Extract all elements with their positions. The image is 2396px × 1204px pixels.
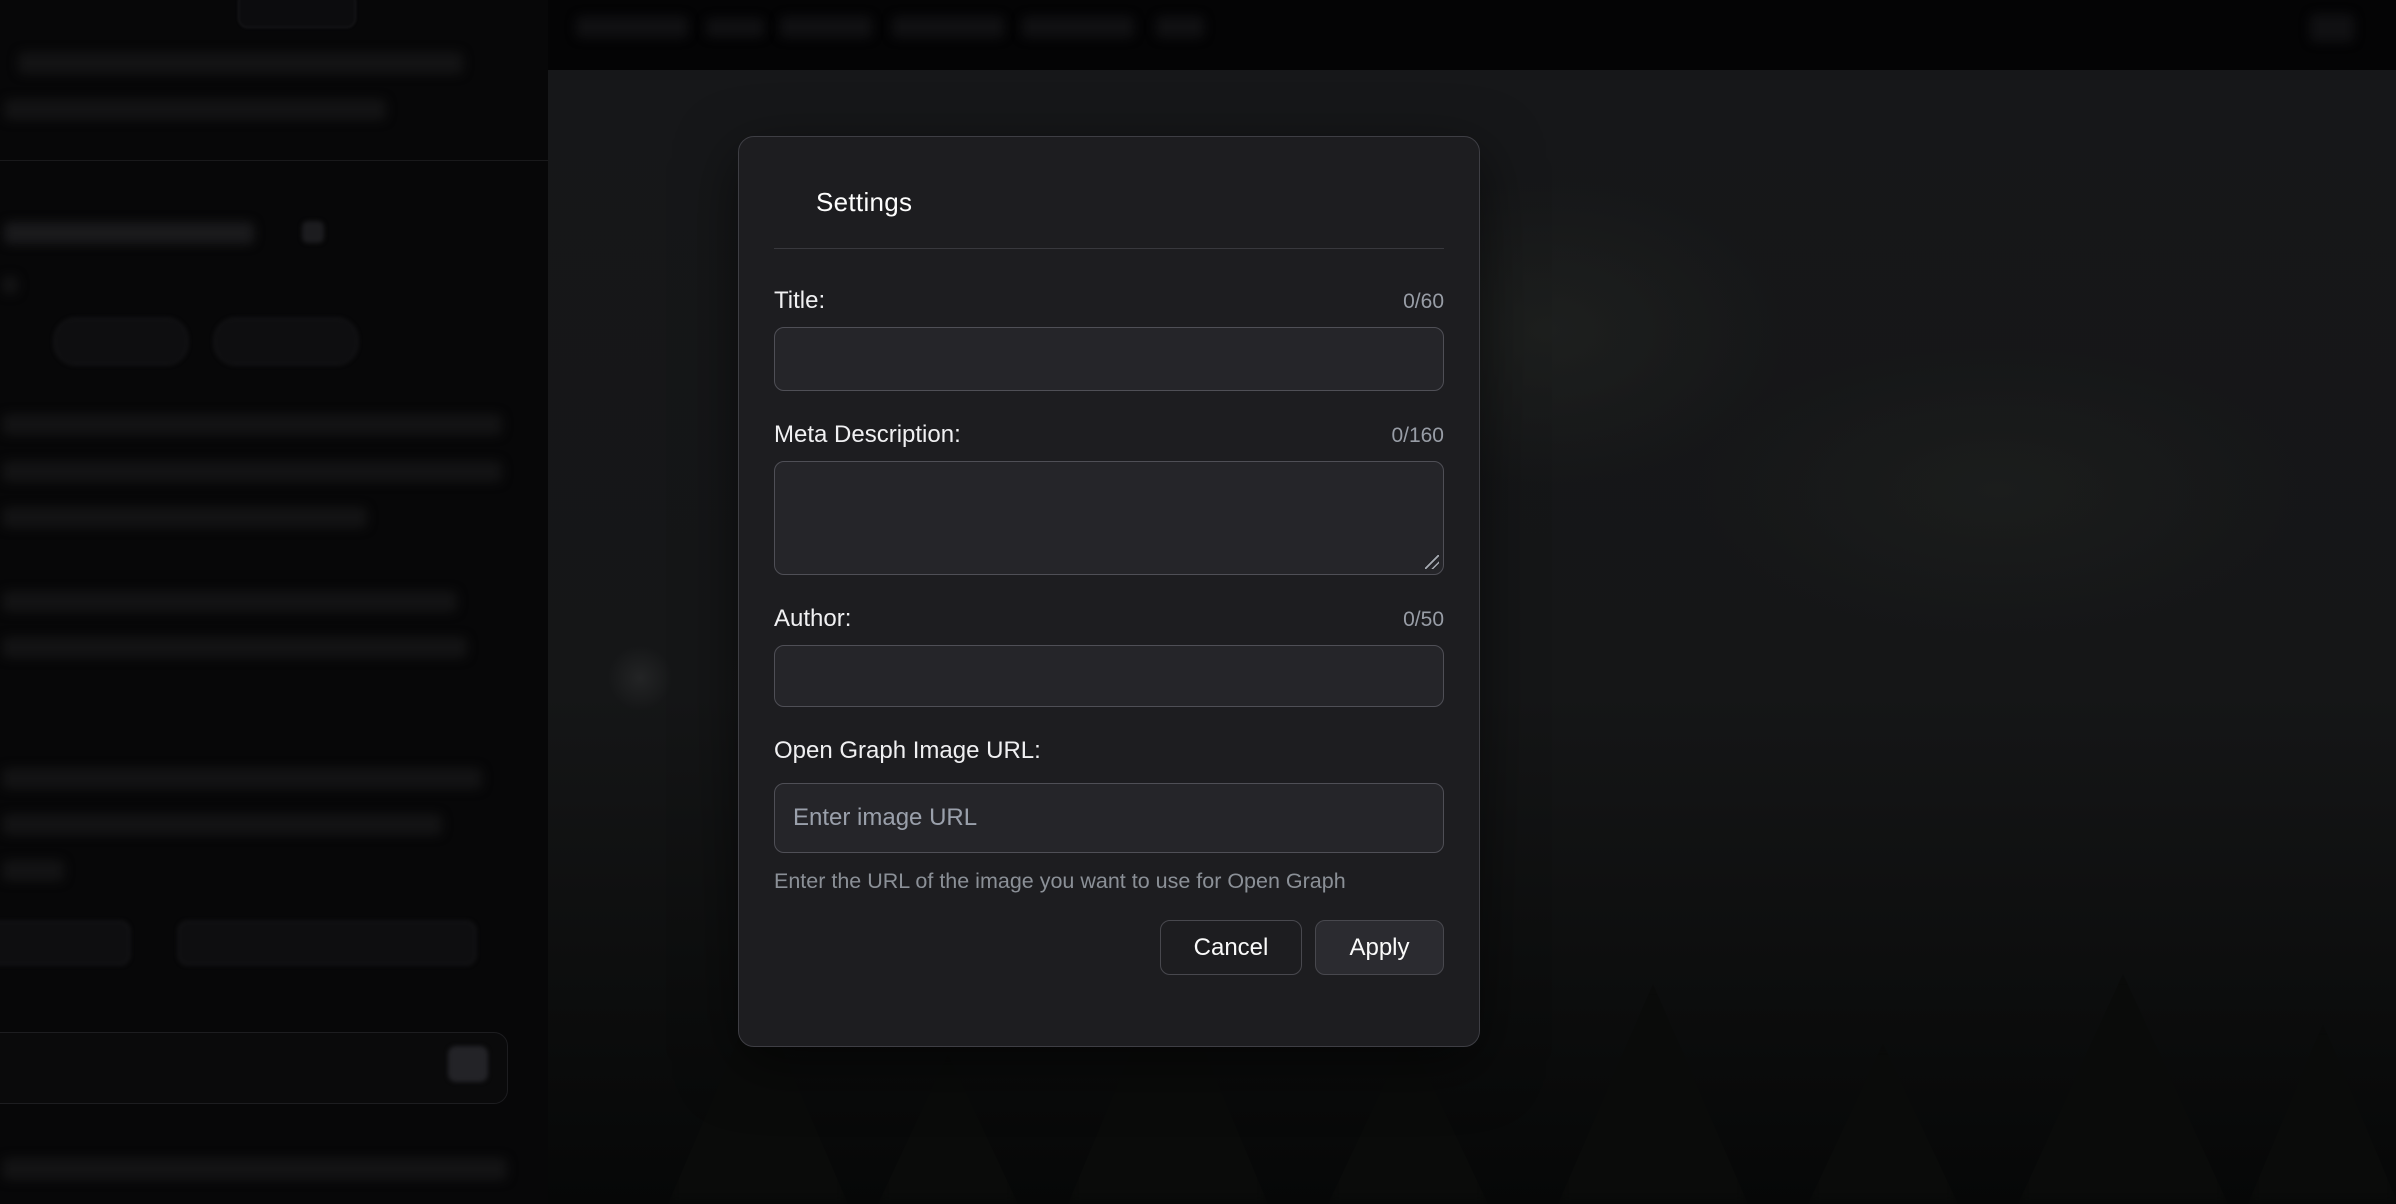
meta-description-label: Meta Description: (774, 421, 961, 449)
title-input[interactable] (774, 327, 1444, 391)
tree-silhouette (878, 1054, 1018, 1204)
app-window: Settings Title: 0/60 Meta Description: 0… (0, 0, 2396, 1204)
dimmed-chat-input (0, 1032, 508, 1104)
sidebar-divider (0, 160, 548, 161)
dimmed-action-pill (178, 921, 476, 965)
modal-divider (774, 248, 1444, 249)
tree-silhouette (2018, 974, 2228, 1204)
og-image-url-input[interactable] (774, 783, 1444, 853)
dimmed-menu-icon (2310, 14, 2354, 42)
dimmed-sidebar-tab (238, 0, 356, 28)
dimmed-breadcrumb-item (892, 16, 1004, 38)
dimmed-breadcrumb-item (1022, 16, 1134, 38)
settings-modal: Settings Title: 0/60 Meta Description: 0… (738, 136, 1480, 1047)
dimmed-text-line (2, 1158, 507, 1180)
dimmed-text-line (4, 99, 386, 120)
dimmed-text-line (2, 461, 502, 482)
author-input[interactable] (774, 645, 1444, 707)
close-icon (302, 221, 324, 243)
dimmed-topbar (548, 0, 2396, 70)
send-icon (448, 1046, 488, 1082)
tree-silhouette (1328, 1034, 1488, 1204)
dimmed-text-line (2, 637, 467, 658)
dimmed-breadcrumb-item (576, 16, 688, 38)
tree-silhouette (1558, 984, 1748, 1204)
dimmed-text-line (2, 414, 502, 435)
dimmed-breadcrumb-item (706, 18, 764, 37)
dimmed-action-pill (214, 318, 358, 365)
title-label: Title: (774, 287, 825, 315)
dimmed-action-pill (54, 318, 188, 365)
author-label: Author: (774, 605, 851, 633)
dimmed-chat-sidebar (0, 0, 548, 1204)
dimmed-text-line (4, 222, 254, 244)
apply-button[interactable]: Apply (1315, 920, 1444, 975)
dimmed-text-line (18, 52, 463, 74)
meta-description-textarea[interactable] (774, 461, 1444, 575)
dimmed-text-line (2, 768, 482, 789)
dimmed-text-line (2, 276, 18, 294)
meta-description-counter: 0/160 (1391, 424, 1444, 448)
dimmed-action-pill (0, 921, 130, 965)
og-image-url-label: Open Graph Image URL: (774, 737, 1041, 765)
cancel-button[interactable]: Cancel (1160, 920, 1302, 975)
title-counter: 0/60 (1403, 290, 1444, 314)
tree-silhouette (2248, 1024, 2396, 1204)
author-counter: 0/50 (1403, 608, 1444, 632)
dimmed-text-line (2, 591, 457, 612)
dimmed-breadcrumb-item (1156, 16, 1204, 38)
tree-silhouette (1808, 1044, 1958, 1204)
modal-title: Settings (816, 187, 1444, 218)
og-image-url-helper: Enter the URL of the image you want to u… (774, 869, 1444, 894)
dimmed-breadcrumb-item (780, 16, 872, 38)
dimmed-text-line (2, 507, 367, 528)
dimmed-text-line (2, 814, 442, 835)
dimmed-text-line (2, 860, 64, 881)
